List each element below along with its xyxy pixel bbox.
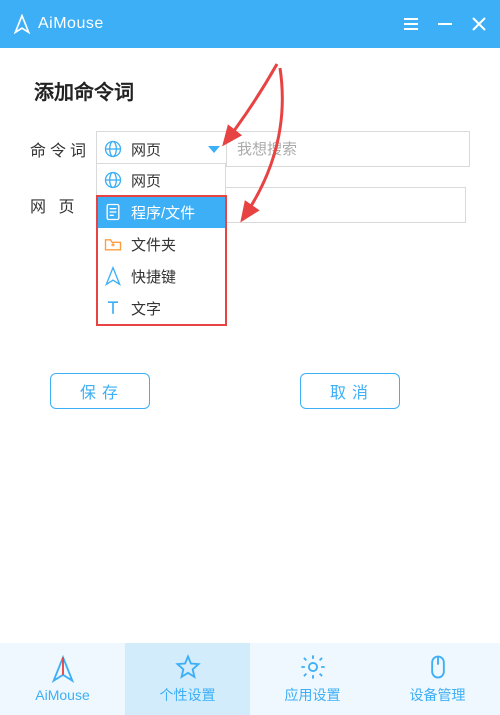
dropdown-item-label: 快捷键 <box>131 266 176 287</box>
app-logo: AiMouse <box>12 14 104 34</box>
window-controls <box>402 15 488 33</box>
menu-button[interactable] <box>402 15 420 33</box>
shortcut-icon <box>103 266 123 286</box>
bottom-nav: AiMouse 个性设置 应用设置 设备管理 <box>0 643 500 715</box>
button-row: 保存 取消 <box>30 373 470 409</box>
dropdown-item-program-file[interactable]: 程序/文件 <box>97 196 225 228</box>
dropdown-item-label: 文件夹 <box>131 234 176 255</box>
mouse-icon <box>424 653 452 681</box>
tab-device-management[interactable]: 设备管理 <box>375 643 500 715</box>
dropdown-item-web[interactable]: 网页 <box>97 164 225 196</box>
dropdown-item-text[interactable]: 文字 <box>97 292 225 324</box>
tab-label: 设备管理 <box>410 685 466 705</box>
type-select-value: 网页 <box>131 139 204 160</box>
tab-label: 个性设置 <box>160 685 216 705</box>
type-dropdown: 网页 程序/文件 文件夹 快捷键 文字 <box>96 163 226 325</box>
tab-aimouse[interactable]: AiMouse <box>0 643 125 715</box>
web-label: 网 页 <box>30 193 96 217</box>
chevron-down-icon <box>208 146 220 153</box>
save-button[interactable]: 保存 <box>50 373 150 409</box>
tab-label: AiMouse <box>35 687 89 703</box>
tab-app-settings[interactable]: 应用设置 <box>250 643 375 715</box>
command-label: 命令词 <box>30 137 96 161</box>
cancel-button[interactable]: 取消 <box>300 373 400 409</box>
page-title: 添加命令词 <box>34 76 470 105</box>
text-icon <box>103 298 123 318</box>
command-input[interactable] <box>226 131 470 167</box>
dropdown-item-folder[interactable]: 文件夹 <box>97 228 225 260</box>
command-row: 命令词 网页 <box>30 131 470 167</box>
content-area: 添加命令词 命令词 网页 网 页 保存 取消 <box>0 48 500 409</box>
minimize-button[interactable] <box>436 15 454 33</box>
app-name-label: AiMouse <box>38 15 104 33</box>
tab-label: 应用设置 <box>285 685 341 705</box>
star-icon <box>174 653 202 681</box>
web-icon <box>103 170 123 190</box>
web-icon <box>103 139 123 159</box>
logo-icon <box>12 14 32 34</box>
folder-icon <box>103 234 123 254</box>
type-select[interactable]: 网页 <box>96 131 226 167</box>
dropdown-item-label: 网页 <box>131 170 161 191</box>
logo-icon <box>49 655 77 683</box>
file-icon <box>103 202 123 222</box>
tab-personal-settings[interactable]: 个性设置 <box>125 643 250 715</box>
dropdown-item-label: 文字 <box>131 298 161 319</box>
gear-icon <box>299 653 327 681</box>
dropdown-item-label: 程序/文件 <box>131 202 195 223</box>
title-bar: AiMouse <box>0 0 500 48</box>
dropdown-item-shortcut[interactable]: 快捷键 <box>97 260 225 292</box>
close-button[interactable] <box>470 15 488 33</box>
